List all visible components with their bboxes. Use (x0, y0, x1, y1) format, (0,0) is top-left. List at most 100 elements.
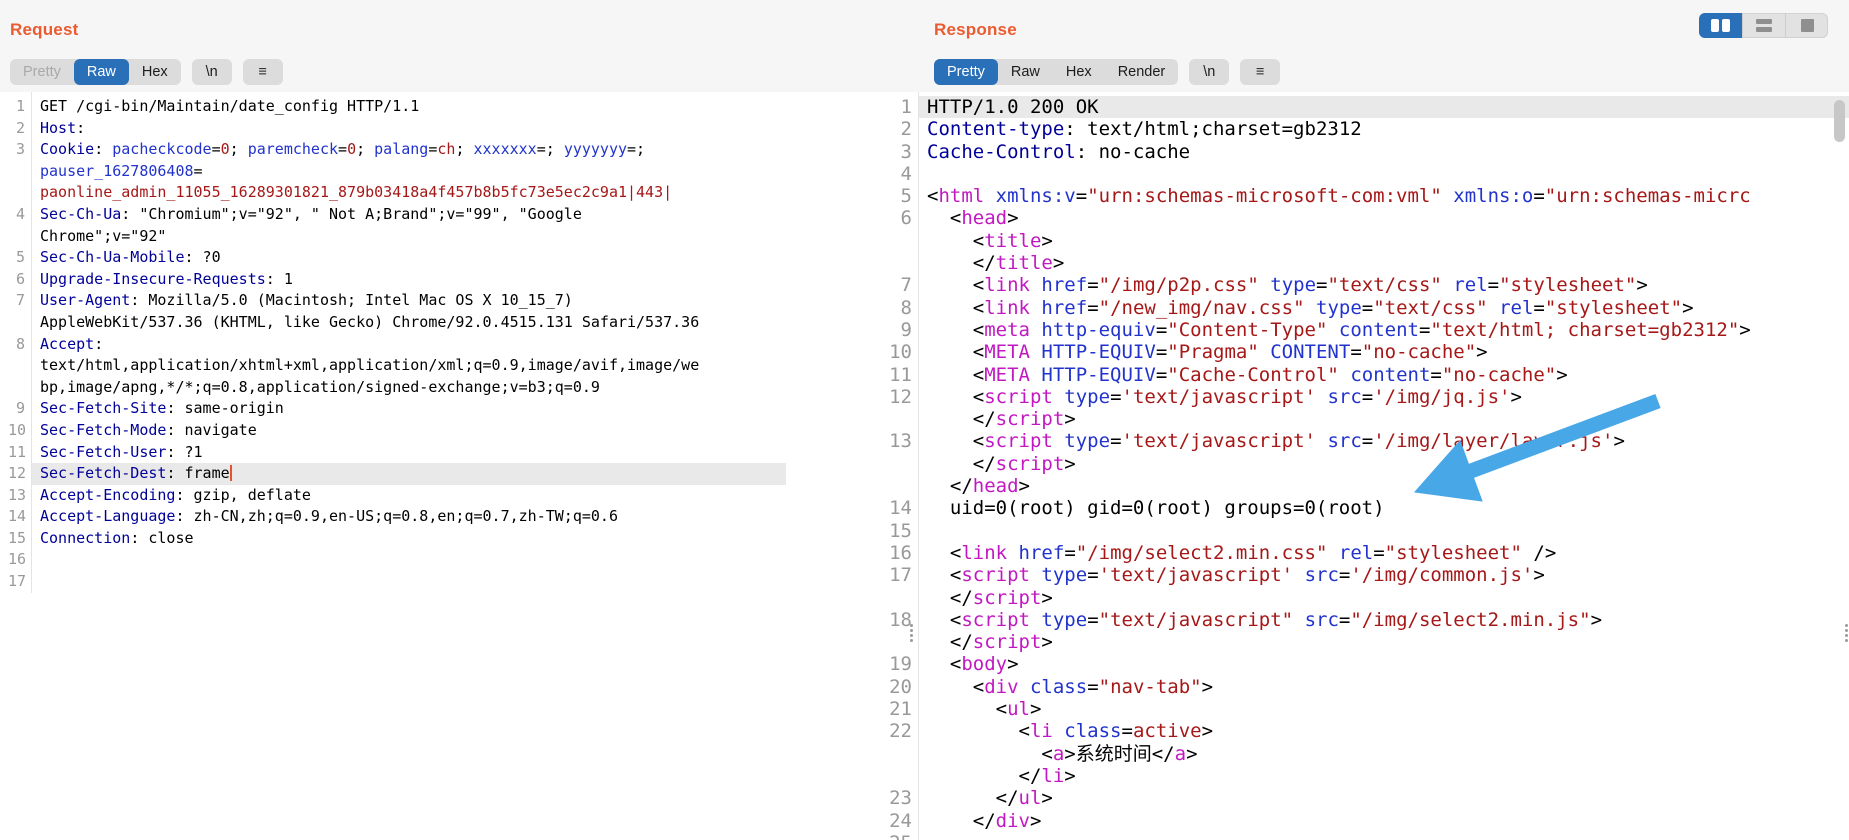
code-line[interactable]: Chrome";v="92" (8, 226, 786, 248)
code-line[interactable]: 10 <META HTTP-EQUIV="Pragma" CONTENT="no… (830, 341, 1849, 363)
line-number (830, 230, 918, 252)
code-line[interactable]: 4Sec-Ch-Ua: "Chromium";v="92", " Not A;B… (8, 204, 786, 226)
response-editor-right-drag-handle[interactable] (1845, 624, 1848, 642)
vertical-scrollbar-thumb[interactable] (1834, 100, 1845, 142)
code-line[interactable]: 17 <script type='text/javascript' src='/… (830, 564, 1849, 586)
code-line[interactable]: 24 </div> (830, 810, 1849, 832)
code-line[interactable]: 1HTTP/1.0 200 OK (830, 96, 1849, 118)
code-line[interactable]: <a>系统时间</a> (830, 743, 1849, 765)
tab-raw[interactable]: Raw (74, 59, 129, 85)
code-line[interactable]: </title> (830, 252, 1849, 274)
code-line[interactable]: bp,image/apng,*/*;q=0.8,application/sign… (8, 377, 786, 399)
code-line[interactable]: 12 <script type='text/javascript' src='/… (830, 386, 1849, 408)
code-line[interactable]: 8Accept: (8, 334, 786, 356)
newline-toggle-button[interactable]: \n (1189, 59, 1229, 85)
tab-pretty[interactable]: Pretty (934, 59, 998, 85)
single-panel-layout-button[interactable] (1785, 13, 1828, 38)
code-line[interactable]: 14Accept-Language: zh-CN,zh;q=0.9,en-US;… (8, 506, 786, 528)
code-text: </head> (918, 475, 1849, 497)
code-line[interactable]: 9Sec-Fetch-Site: same-origin (8, 398, 786, 420)
code-text (918, 832, 1849, 840)
code-text: Cache-Control: no-cache (918, 141, 1849, 163)
tab-hex[interactable]: Hex (1053, 59, 1105, 85)
code-text: GET /cgi-bin/Maintain/date_config HTTP/1… (31, 96, 786, 118)
code-line[interactable]: 14 uid=0(root) gid=0(root) groups=0(root… (830, 497, 1849, 519)
line-number (830, 631, 918, 653)
code-text (31, 571, 786, 593)
code-line[interactable]: 12Sec-Fetch-Dest: frame (8, 463, 786, 485)
code-line[interactable]: 5<html xmlns:v="urn:schemas-microsoft-co… (830, 185, 1849, 207)
code-line[interactable]: </li> (830, 765, 1849, 787)
code-line[interactable]: </script> (830, 408, 1849, 430)
tab-hex[interactable]: Hex (129, 59, 181, 85)
code-line[interactable]: paonline_admin_11055_16289301821_879b034… (8, 182, 786, 204)
code-line[interactable]: 8 <link href="/new_img/nav.css" type="te… (830, 297, 1849, 319)
code-line[interactable]: text/html,application/xhtml+xml,applicat… (8, 355, 786, 377)
code-line[interactable]: <title> (830, 230, 1849, 252)
editor-menu-button[interactable]: ≡ (243, 59, 283, 85)
code-line[interactable]: 6 <head> (830, 207, 1849, 229)
code-line[interactable]: AppleWebKit/537.36 (KHTML, like Gecko) C… (8, 312, 786, 334)
code-line[interactable]: 17 (8, 571, 786, 593)
code-line[interactable]: 22 <li class=active> (830, 720, 1849, 742)
line-number: 12 (8, 463, 31, 485)
code-text: </script> (918, 587, 1849, 609)
code-line[interactable]: </head> (830, 475, 1849, 497)
code-text: Accept-Language: zh-CN,zh;q=0.9,en-US;q=… (31, 506, 786, 528)
newline-toggle-button[interactable]: \n (192, 59, 232, 85)
code-line[interactable]: </script> (830, 631, 1849, 653)
code-text (918, 163, 1849, 185)
line-number (830, 252, 918, 274)
tab-render[interactable]: Render (1105, 59, 1179, 85)
code-line[interactable]: 3Cookie: pacheckcode=0; paremcheck=0; pa… (8, 139, 786, 161)
code-line[interactable]: 10Sec-Fetch-Mode: navigate (8, 420, 786, 442)
tab-raw[interactable]: Raw (998, 59, 1053, 85)
code-text: <META HTTP-EQUIV="Cache-Control" content… (918, 364, 1849, 386)
code-line[interactable]: 15 (830, 520, 1849, 542)
code-line[interactable]: 25 (830, 832, 1849, 840)
code-line[interactable]: 5Sec-Ch-Ua-Mobile: ?0 (8, 247, 786, 269)
code-line[interactable]: pauser_1627806408= (8, 161, 786, 183)
editor-menu-button[interactable]: ≡ (1240, 59, 1280, 85)
code-line[interactable]: 11Sec-Fetch-User: ?1 (8, 442, 786, 464)
code-line[interactable]: 11 <META HTTP-EQUIV="Cache-Control" cont… (830, 364, 1849, 386)
code-line[interactable]: 19 <body> (830, 653, 1849, 675)
code-line[interactable]: 1GET /cgi-bin/Maintain/date_config HTTP/… (8, 96, 786, 118)
code-line[interactable]: </script> (830, 587, 1849, 609)
code-line[interactable]: 7User-Agent: Mozilla/5.0 (Macintosh; Int… (8, 290, 786, 312)
code-line[interactable]: 21 <ul> (830, 698, 1849, 720)
code-line[interactable]: 2Host: (8, 118, 786, 140)
code-line[interactable]: </script> (830, 453, 1849, 475)
code-line[interactable]: 3Cache-Control: no-cache (830, 141, 1849, 163)
code-line[interactable]: 20 <div class="nav-tab"> (830, 676, 1849, 698)
line-number: 2 (8, 118, 31, 140)
line-number: 6 (8, 269, 31, 291)
code-line[interactable]: 6Upgrade-Insecure-Requests: 1 (8, 269, 786, 291)
side-by-side-layout-button[interactable] (1699, 13, 1742, 38)
code-line[interactable]: 13Accept-Encoding: gzip, deflate (8, 485, 786, 507)
line-number (8, 355, 31, 377)
code-text: </script> (918, 453, 1849, 475)
code-text: </title> (918, 252, 1849, 274)
code-text: Accept-Encoding: gzip, deflate (31, 485, 786, 507)
code-line[interactable]: 16 (8, 549, 786, 571)
line-number: 6 (830, 207, 918, 229)
code-line[interactable]: 18 <script type="text/javascript" src="/… (830, 609, 1849, 631)
code-line[interactable]: 15Connection: close (8, 528, 786, 550)
code-line[interactable]: 23 </ul> (830, 787, 1849, 809)
code-line[interactable]: 7 <link href="/img/p2p.css" type="text/c… (830, 274, 1849, 296)
line-number: 1 (8, 96, 31, 118)
stacked-layout-button[interactable] (1742, 13, 1785, 38)
code-line[interactable]: 16 <link href="/img/select2.min.css" rel… (830, 542, 1849, 564)
code-line[interactable]: 4 (830, 163, 1849, 185)
line-number: 14 (830, 497, 918, 519)
code-text: Sec-Fetch-Dest: frame (31, 463, 786, 485)
response-editor[interactable]: 1HTTP/1.0 200 OK2Content-type: text/html… (830, 92, 1849, 840)
code-line[interactable]: 13 <script type='text/javascript' src='/… (830, 430, 1849, 452)
request-editor[interactable]: 1GET /cgi-bin/Maintain/date_config HTTP/… (8, 92, 786, 593)
code-line[interactable]: 9 <meta http-equiv="Content-Type" conten… (830, 319, 1849, 341)
code-line[interactable]: 2Content-type: text/html;charset=gb2312 (830, 118, 1849, 140)
response-editor-left-drag-handle[interactable] (910, 624, 913, 642)
line-number (8, 312, 31, 334)
code-text: <li class=active> (918, 720, 1849, 742)
